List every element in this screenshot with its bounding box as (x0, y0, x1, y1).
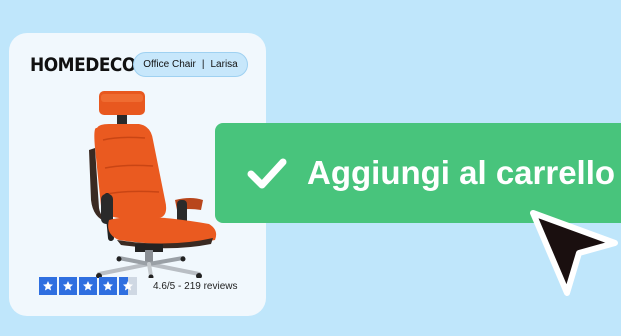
product-tag: Office Chair | Larisa (133, 52, 248, 77)
star-icon (39, 277, 57, 295)
mouse-pointer-icon (530, 210, 618, 296)
star-icon (59, 277, 77, 295)
product-category: Office Chair (143, 59, 196, 70)
office-chair-image (89, 91, 217, 278)
add-to-cart-label: Aggiungi al carrello (307, 154, 616, 191)
star-icon (79, 277, 97, 295)
star-icon (99, 277, 117, 295)
rating-summary: 4.6/5 - 219 reviews (153, 280, 238, 292)
tag-separator: | (201, 59, 205, 70)
checkmark-icon (247, 158, 287, 189)
rating-row: 4.6/5 - 219 reviews (39, 277, 238, 295)
brand-logo: HOMEDECO (30, 54, 136, 77)
product-model: Larisa (210, 59, 238, 70)
star-rating (39, 277, 137, 295)
half-star-icon (119, 277, 137, 295)
